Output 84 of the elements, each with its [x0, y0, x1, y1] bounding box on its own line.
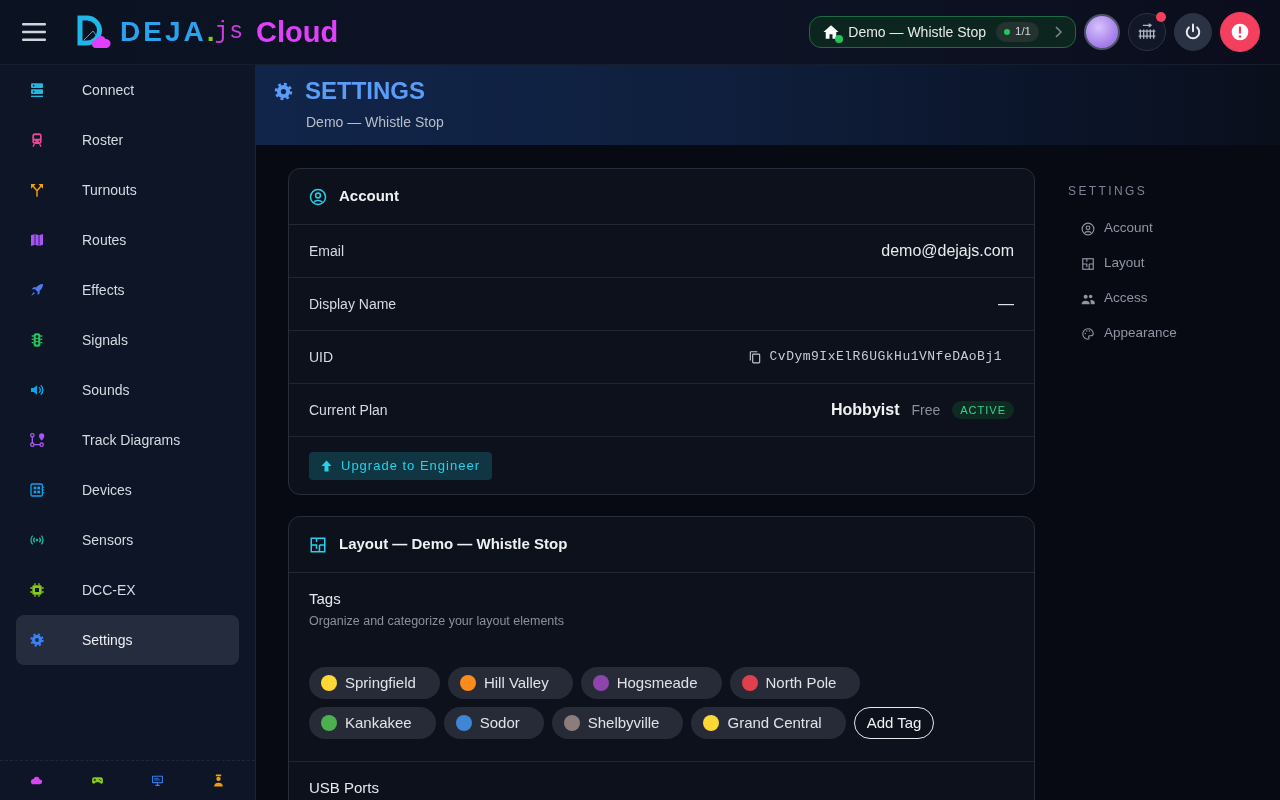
device-grid-icon [29, 482, 45, 498]
settings-nav-link[interactable]: Appearance [1068, 316, 1177, 351]
sidebar-item[interactable]: Settings [16, 615, 239, 665]
product-name: Cloud [256, 17, 339, 47]
tag-chip[interactable]: Hill Valley [447, 666, 573, 699]
field-label: Current Plan [309, 400, 388, 420]
alert-icon [1230, 22, 1250, 42]
nav-heading: SETTINGS [1068, 184, 1148, 198]
user-circle-icon [1081, 221, 1095, 236]
menu-icon [22, 23, 46, 41]
home-icon [822, 23, 841, 41]
uid-value: CvDym9IxElR6UGkHu1VNfeDAoBj1 [769, 348, 1002, 367]
diagram-nodes-icon [29, 432, 45, 448]
map-icon [29, 232, 45, 248]
power-icon [1183, 22, 1203, 42]
field-label: Display Name [309, 294, 397, 314]
monitor-icon[interactable] [151, 774, 165, 787]
menu-button[interactable] [22, 23, 46, 41]
logo-icon [76, 15, 112, 49]
settings-nav-link[interactable]: Access [1068, 281, 1148, 316]
fork-arrows-icon [29, 182, 45, 198]
tag-chip[interactable]: Sodor [443, 706, 544, 739]
traffic-light-icon [29, 332, 45, 348]
track-button[interactable] [1128, 13, 1166, 51]
tag-chip[interactable]: North Pole [729, 666, 861, 699]
plan-price-text: Free [911, 400, 941, 420]
sidebar-item[interactable]: Turnouts [16, 165, 239, 215]
server-icon [29, 82, 45, 98]
sidebar-item[interactable]: Sounds [16, 365, 239, 415]
person-icon[interactable] [212, 774, 226, 787]
tag-chip[interactable]: Kankakee [309, 706, 436, 739]
field-label: Email [309, 241, 344, 261]
sidebar-item[interactable]: Connect [16, 65, 239, 115]
tag-chip[interactable]: Grand Central [691, 706, 846, 739]
layout-selector[interactable]: Demo — Whistle Stop 1/1 [809, 16, 1076, 48]
cloud-icon[interactable] [29, 774, 43, 787]
alert-button[interactable] [1220, 12, 1260, 52]
arrow-up-icon [321, 459, 332, 472]
chip-icon [29, 582, 45, 598]
sidebar-item[interactable]: Sensors [16, 515, 239, 565]
logo-dot: . [206, 18, 215, 46]
copy-icon[interactable] [747, 350, 762, 364]
sidebar-item[interactable]: Routes [16, 215, 239, 265]
chevron-right-icon [1053, 26, 1063, 38]
tag-chip[interactable]: Shelbyville [551, 706, 684, 739]
section-title: USB Ports [309, 778, 380, 797]
tag-chip[interactable]: Springfield [309, 666, 440, 699]
floor-plan-icon [1081, 256, 1095, 271]
field-value: demo@dejajs.com [881, 241, 1014, 261]
settings-nav-link[interactable]: Account [1068, 211, 1153, 246]
settings-icon [29, 632, 45, 648]
sidebar-item[interactable]: DCC-EX [16, 565, 239, 615]
page-subtitle: Demo — Whistle Stop [306, 114, 444, 131]
power-button[interactable] [1174, 13, 1212, 51]
floor-plan-icon [309, 535, 327, 554]
train-icon [29, 132, 45, 148]
plan-name: Hobbyist [831, 400, 900, 420]
count-text: 1/1 [1015, 24, 1031, 40]
rail-track-icon [1137, 22, 1157, 42]
sidebar-item[interactable]: Effects [16, 265, 239, 315]
page-title: SETTINGS [305, 77, 425, 105]
user-avatar[interactable] [1084, 14, 1120, 50]
card-title: Account [339, 186, 399, 207]
sidebar-item[interactable]: Signals [16, 315, 239, 365]
rocket-icon [29, 282, 45, 298]
status-badge: ACTIVE [952, 401, 1014, 419]
settings-icon [273, 80, 294, 102]
sidebar-item[interactable]: Track Diagrams [16, 415, 239, 465]
tag-chip[interactable]: Hogsmeade [580, 666, 722, 699]
field-label: UID [309, 347, 334, 367]
section-description: Organize and categorize your layout elements [309, 613, 564, 630]
logo-suffix: js [214, 20, 245, 44]
user-circle-icon [309, 187, 327, 206]
settings-nav-link[interactable]: Layout [1068, 246, 1145, 281]
sidebar-item[interactable]: Roster [16, 115, 239, 165]
logo-text: DEJA [120, 18, 207, 46]
palette-icon [1081, 326, 1095, 341]
gamepad-icon[interactable] [90, 774, 104, 787]
sidebar-item[interactable]: Devices [16, 465, 239, 515]
card-title: Layout — Demo — Whistle Stop [339, 534, 568, 555]
upgrade-button[interactable]: Upgrade to Engineer [309, 451, 492, 480]
field-value: — [998, 294, 1014, 314]
section-title: Tags [309, 590, 341, 608]
speaker-icon [29, 382, 45, 398]
